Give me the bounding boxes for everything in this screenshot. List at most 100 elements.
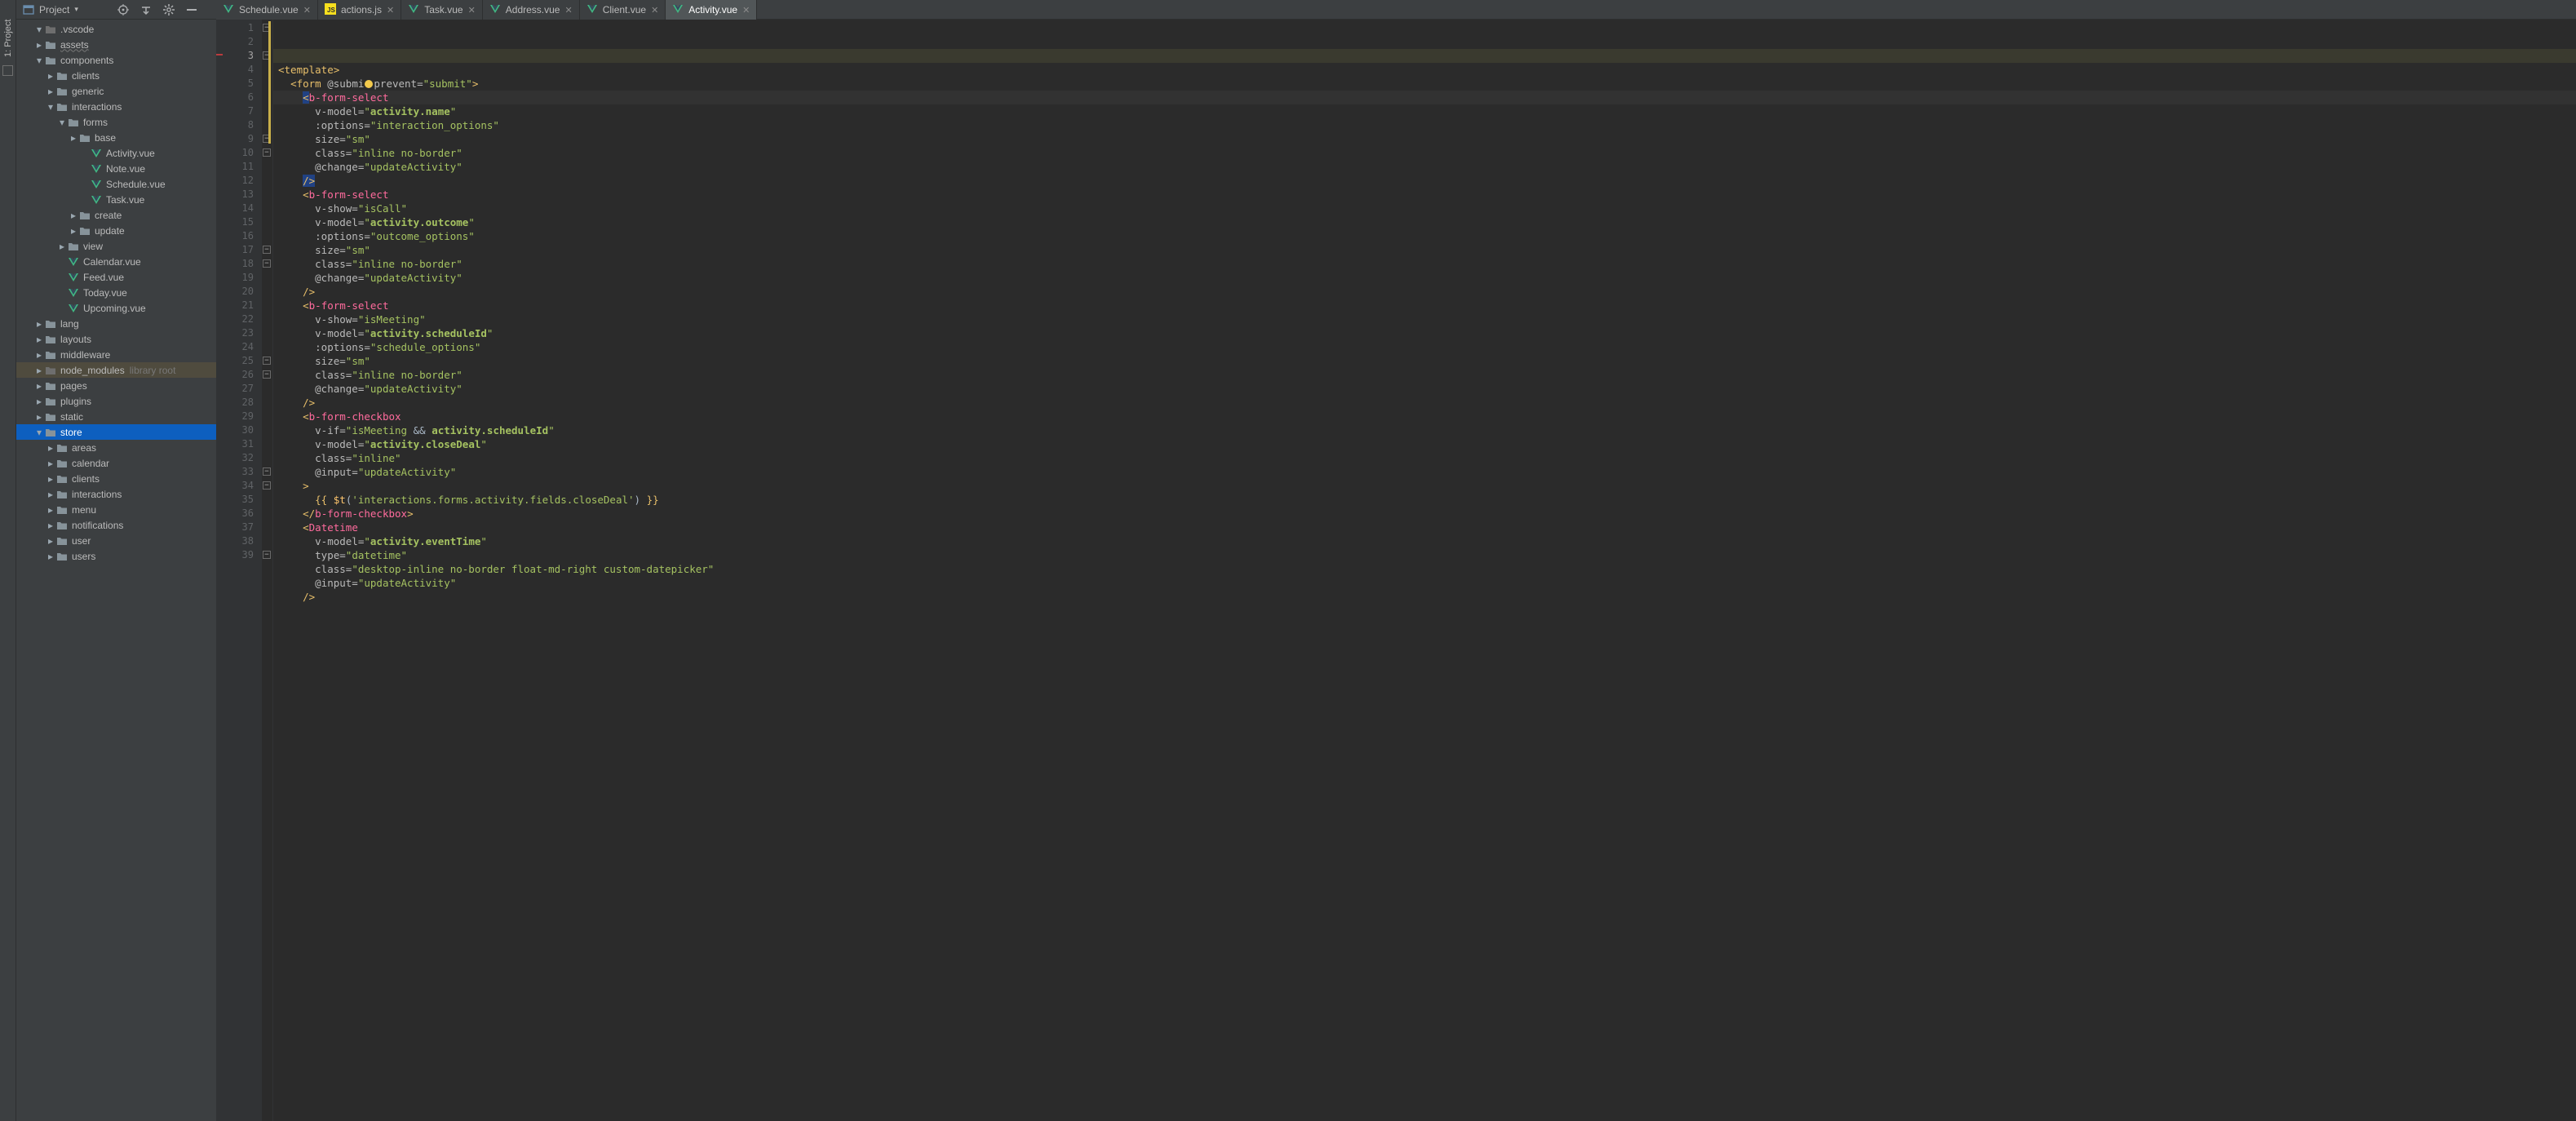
code-line[interactable]: <b-form-select (273, 91, 2576, 104)
close-tab-icon[interactable]: ✕ (468, 5, 476, 16)
line-number[interactable]: 11 (216, 160, 254, 174)
close-tab-icon[interactable]: ✕ (387, 5, 394, 16)
tree-arrow-icon[interactable] (34, 380, 44, 392)
code-line[interactable]: class="inline no-border" (273, 257, 2576, 271)
tree-file[interactable]: Feed.vue (16, 269, 216, 285)
tree-arrow-icon[interactable] (69, 210, 78, 221)
tree-arrow-icon[interactable] (34, 55, 44, 66)
tree-arrow-icon[interactable] (34, 411, 44, 423)
tree-folder[interactable]: generic (16, 83, 216, 99)
editor-tab[interactable]: Activity.vue✕ (666, 0, 757, 20)
tree-arrow-icon[interactable] (34, 334, 44, 345)
project-tool-window-tab[interactable]: 1: Project (3, 20, 13, 57)
line-number[interactable]: 23 (216, 326, 254, 340)
code-line[interactable]: class="desktop-inline no-border float-md… (273, 562, 2576, 576)
line-number[interactable]: 31 (216, 437, 254, 451)
tree-file[interactable]: Calendar.vue (16, 254, 216, 269)
fold-column[interactable]: −−−−−−−−−−− (262, 20, 273, 1121)
close-tab-icon[interactable]: ✕ (651, 5, 658, 16)
collapse-all-icon[interactable] (140, 4, 152, 16)
tree-folder[interactable]: areas (16, 440, 216, 455)
tree-file[interactable]: Today.vue (16, 285, 216, 300)
tree-folder[interactable]: assets (16, 37, 216, 52)
tree-folder[interactable]: middleware (16, 347, 216, 362)
line-number[interactable]: 21 (216, 299, 254, 312)
code-line[interactable]: v-show="isCall" (273, 202, 2576, 215)
editor-tab[interactable]: JSactions.js✕ (318, 0, 401, 20)
tree-arrow-icon[interactable] (46, 489, 55, 500)
tree-file[interactable]: Task.vue (16, 192, 216, 207)
code-line[interactable]: size="sm" (273, 354, 2576, 368)
tree-file[interactable]: Note.vue (16, 161, 216, 176)
code-line[interactable]: v-model="activity.scheduleId" (273, 326, 2576, 340)
fold-marker-icon[interactable]: − (263, 370, 271, 379)
line-number[interactable]: 7 (216, 104, 254, 118)
fold-marker-icon[interactable]: − (263, 551, 271, 559)
tree-folder[interactable]: calendar (16, 455, 216, 471)
tree-folder[interactable]: pages (16, 378, 216, 393)
code-line[interactable]: :options="outcome_options" (273, 229, 2576, 243)
code-line[interactable]: <b-form-select (273, 299, 2576, 312)
line-number[interactable]: 9 (216, 132, 254, 146)
tree-folder[interactable]: users (16, 548, 216, 564)
tree-folder[interactable]: store (16, 424, 216, 440)
code-line[interactable]: @input="updateActivity" (273, 465, 2576, 479)
code-area[interactable]: <template> <form @submiprevent="submit">… (273, 20, 2576, 1121)
code-line[interactable]: class="inline no-border" (273, 146, 2576, 160)
code-line[interactable]: v-model="activity.eventTime" (273, 534, 2576, 548)
line-number[interactable]: 19 (216, 271, 254, 285)
line-number[interactable]: 16 (216, 229, 254, 243)
code-line[interactable]: v-show="isMeeting" (273, 312, 2576, 326)
line-number[interactable]: 22 (216, 312, 254, 326)
line-number[interactable]: 10 (216, 146, 254, 160)
code-line[interactable]: v-model="activity.outcome" (273, 215, 2576, 229)
tree-folder[interactable]: interactions (16, 99, 216, 114)
tree-arrow-icon[interactable] (46, 86, 55, 97)
code-line[interactable]: /> (273, 590, 2576, 604)
tree-arrow-icon[interactable] (34, 365, 44, 376)
code-line[interactable]: /> (273, 285, 2576, 299)
code-line[interactable]: <Datetime (273, 521, 2576, 534)
tool-window-minimize-icon[interactable] (2, 65, 13, 76)
code-line[interactable]: /> (273, 174, 2576, 188)
code-line[interactable]: :options="schedule_options" (273, 340, 2576, 354)
code-line[interactable]: v-model="activity.name" (273, 104, 2576, 118)
editor-gutter[interactable]: 1234567891011121314151617181920212223242… (216, 20, 262, 1121)
code-line[interactable]: size="sm" (273, 243, 2576, 257)
close-tab-icon[interactable]: ✕ (303, 5, 311, 16)
tree-folder[interactable]: layouts (16, 331, 216, 347)
line-number[interactable]: 8 (216, 118, 254, 132)
tree-arrow-icon[interactable] (34, 349, 44, 361)
tree-arrow-icon[interactable] (46, 473, 55, 485)
line-number[interactable]: 27 (216, 382, 254, 396)
tree-arrow-icon[interactable] (46, 535, 55, 547)
line-number[interactable]: 1 (216, 21, 254, 35)
code-line[interactable]: type="datetime" (273, 548, 2576, 562)
line-number[interactable]: 17 (216, 243, 254, 257)
line-number[interactable]: 4 (216, 63, 254, 77)
code-line[interactable]: </b-form-checkbox> (273, 507, 2576, 521)
tree-arrow-icon[interactable] (46, 70, 55, 82)
tree-folder[interactable]: components (16, 52, 216, 68)
close-tab-icon[interactable]: ✕ (742, 5, 750, 16)
tree-arrow-icon[interactable] (46, 551, 55, 562)
line-number[interactable]: 18 (216, 257, 254, 271)
code-line[interactable]: {{ $t('interactions.forms.activity.field… (273, 493, 2576, 507)
editor-tab[interactable]: Schedule.vue✕ (216, 0, 318, 20)
fold-marker-icon[interactable]: − (263, 481, 271, 490)
line-number[interactable]: 32 (216, 451, 254, 465)
tree-file[interactable]: Schedule.vue (16, 176, 216, 192)
tree-arrow-icon[interactable] (46, 442, 55, 454)
tree-folder[interactable]: view (16, 238, 216, 254)
tree-file[interactable]: Activity.vue (16, 145, 216, 161)
tree-file[interactable]: Upcoming.vue (16, 300, 216, 316)
tree-arrow-icon[interactable] (69, 132, 78, 144)
code-line[interactable]: class="inline" (273, 451, 2576, 465)
editor-tab[interactable]: Client.vue✕ (580, 0, 666, 20)
target-icon[interactable] (117, 4, 129, 16)
editor-tab[interactable]: Task.vue✕ (401, 0, 483, 20)
line-number[interactable]: 15 (216, 215, 254, 229)
code-line[interactable]: @change="updateActivity" (273, 382, 2576, 396)
tree-arrow-icon[interactable] (34, 318, 44, 330)
code-line[interactable]: class="inline no-border" (273, 368, 2576, 382)
